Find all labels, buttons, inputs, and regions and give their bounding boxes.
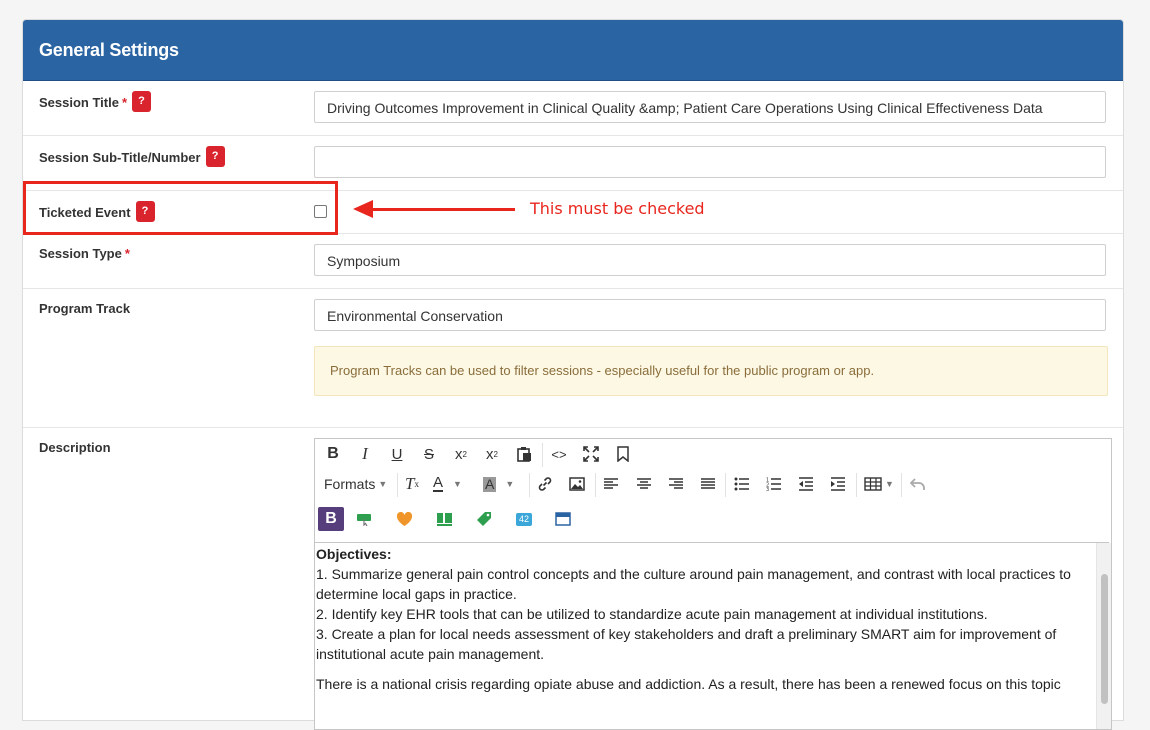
toolbar-separator	[542, 443, 543, 467]
arrow-line	[371, 208, 515, 211]
bookmark-icon[interactable]	[615, 442, 631, 466]
panel-title: General Settings	[39, 40, 179, 60]
objective-line: 1. Summarize general pain control concep…	[316, 566, 1071, 602]
description-label: Description	[39, 440, 111, 455]
objective-line: 3. Create a plan for local needs assessm…	[316, 626, 1057, 662]
objectives-heading: Objectives:	[316, 546, 392, 562]
svg-text:3: 3	[766, 487, 769, 491]
badge-icon[interactable]: 42	[514, 507, 534, 531]
heart-icon[interactable]	[395, 507, 413, 531]
toolbar-separator	[725, 473, 726, 497]
toolbar-separator	[901, 473, 902, 497]
editor-toolbar-row-3: B 42	[315, 504, 1109, 534]
clear-format-icon[interactable]: Tx	[403, 472, 421, 496]
text-color-icon[interactable]: A ▼	[433, 472, 467, 496]
table-icon[interactable]: ▼	[864, 472, 896, 496]
bootstrap-icon[interactable]: B	[318, 507, 344, 531]
highlight-box	[23, 181, 338, 235]
program-track-label: Program Track	[39, 301, 131, 316]
bullet-list-icon[interactable]	[733, 472, 751, 496]
editor-scrollbar-thumb[interactable]	[1101, 574, 1108, 704]
background-color-icon[interactable]: A ▼	[483, 472, 521, 496]
align-right-icon[interactable]	[667, 472, 685, 496]
source-code-icon[interactable]: <>	[550, 442, 568, 466]
paste-icon[interactable]	[515, 442, 533, 466]
italic-icon[interactable]: I	[357, 442, 373, 466]
underline-icon[interactable]: U	[389, 442, 405, 466]
description-paragraph: There is a national crisis regarding opi…	[316, 676, 1061, 692]
bold-icon[interactable]: B	[325, 442, 341, 466]
divider	[23, 135, 1123, 136]
session-title-input[interactable]: Driving Outcomes Improvement in Clinical…	[314, 91, 1106, 123]
toolbar-separator	[529, 473, 530, 497]
align-left-icon[interactable]	[602, 472, 620, 496]
annotation-text: This must be checked	[530, 199, 705, 218]
link-icon[interactable]	[536, 472, 554, 496]
undo-icon[interactable]	[909, 472, 927, 496]
numbered-list-icon[interactable]: 123	[765, 472, 783, 496]
help-icon[interactable]: ?	[205, 146, 225, 167]
layout-icon[interactable]	[435, 507, 453, 531]
general-settings-panel: General Settings Session Title *? Driving…	[22, 19, 1124, 730]
session-subtitle-label: Session Sub-Title/Number?	[39, 146, 225, 169]
superscript-icon[interactable]: x2	[452, 442, 470, 466]
divider	[23, 288, 1123, 289]
help-icon[interactable]: ?	[132, 91, 152, 112]
outdent-icon[interactable]	[797, 472, 815, 496]
session-type-label: Session Type *	[39, 246, 130, 261]
panel-icon[interactable]	[554, 507, 572, 531]
required-mark: *	[124, 246, 130, 261]
program-track-select[interactable]: Environmental Conservation	[314, 299, 1106, 331]
editor-divider	[315, 542, 1109, 543]
toolbar-separator	[595, 473, 596, 497]
arrow-left-icon	[353, 200, 373, 218]
program-track-note: Program Tracks can be used to filter ses…	[314, 346, 1108, 396]
subscript-icon[interactable]: x2	[483, 442, 501, 466]
align-justify-icon[interactable]	[699, 472, 717, 496]
divider	[23, 427, 1123, 428]
fullscreen-icon[interactable]	[582, 442, 600, 466]
toolbar-separator	[856, 473, 857, 497]
panel-header: General Settings	[23, 20, 1123, 81]
toolbar-separator	[397, 473, 398, 497]
editor-content[interactable]: Objectives: 1. Summarize general pain co…	[316, 544, 1094, 724]
session-title-label: Session Title *?	[39, 91, 152, 114]
image-icon[interactable]	[568, 472, 586, 496]
description-editor[interactable]: B I U S x2 x2 <> Formats ▼ Tx A ▼ A ▼ 1 …	[314, 438, 1112, 730]
align-center-icon[interactable]	[635, 472, 653, 496]
formats-dropdown[interactable]: Formats ▼	[324, 472, 390, 496]
button-icon[interactable]	[355, 507, 373, 531]
strikethrough-icon[interactable]: S	[421, 442, 437, 466]
session-type-select[interactable]: Symposium	[314, 244, 1106, 276]
caret-down-icon: ▼	[378, 479, 388, 489]
objective-line: 2. Identify key EHR tools that can be ut…	[316, 606, 988, 622]
indent-icon[interactable]	[829, 472, 847, 496]
session-subtitle-input[interactable]	[314, 146, 1106, 178]
editor-toolbar-row-2: Formats ▼ Tx A ▼ A ▼ 1 2 3 ▼	[315, 469, 1109, 499]
required-mark: *	[121, 94, 128, 110]
tag-icon[interactable]	[475, 507, 493, 531]
editor-toolbar-row-1: B I U S x2 x2 <>	[315, 439, 1109, 469]
